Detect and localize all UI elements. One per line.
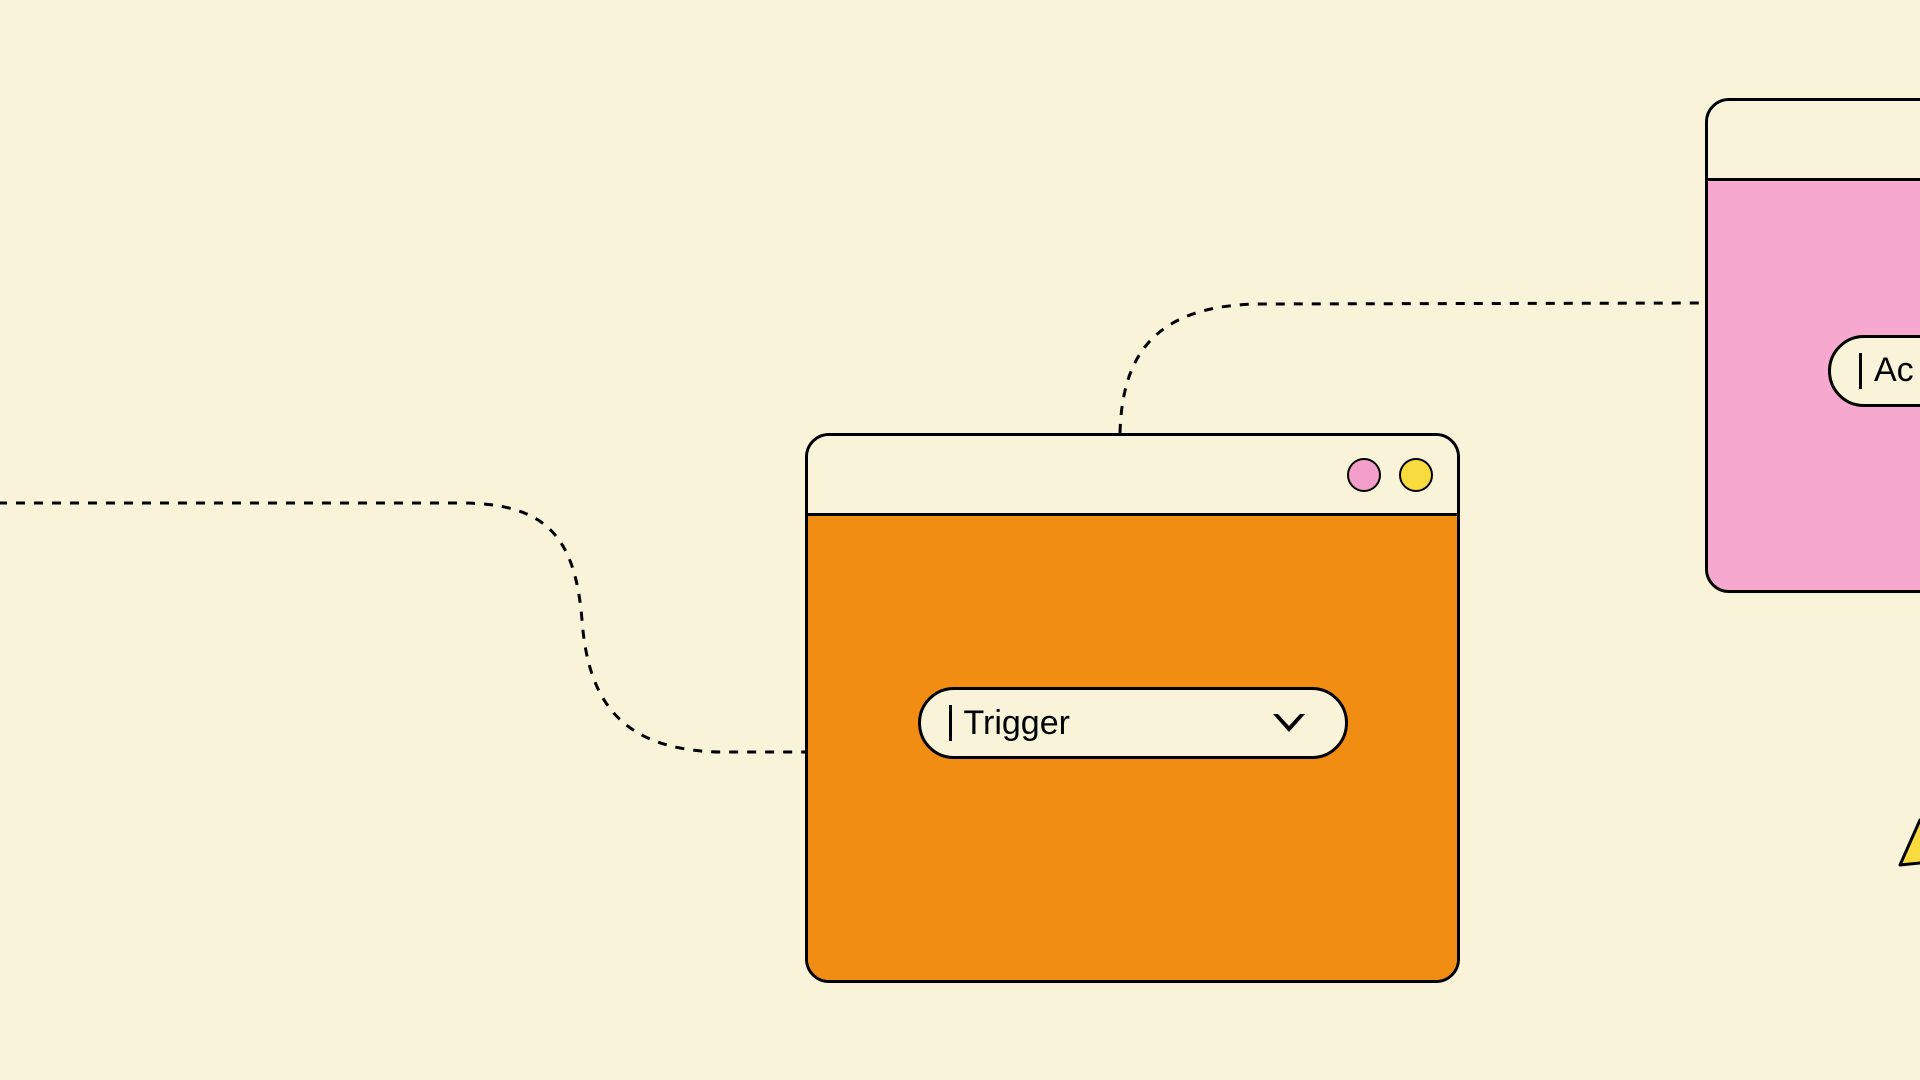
trigger-window[interactable]: Trigger: [805, 433, 1460, 983]
chevron-down-icon: [1273, 714, 1305, 732]
text-cursor-icon: [949, 705, 952, 741]
action-window[interactable]: Ac: [1705, 98, 1920, 593]
trigger-dropdown-label: Trigger: [964, 704, 1261, 743]
window-titlebar: [808, 436, 1457, 516]
trigger-dropdown[interactable]: Trigger: [918, 687, 1348, 759]
connector-left: [0, 503, 805, 752]
window-control-pink[interactable]: [1347, 458, 1381, 492]
yellow-accent-shape: [1890, 810, 1920, 910]
window-titlebar: [1708, 101, 1920, 181]
connector-right: [1120, 303, 1705, 433]
window-control-yellow[interactable]: [1399, 458, 1433, 492]
action-window-body: Ac: [1708, 181, 1920, 590]
diagram-canvas: Trigger Ac: [0, 0, 1920, 1080]
window-controls: [1347, 458, 1433, 492]
action-dropdown[interactable]: Ac: [1828, 335, 1920, 407]
action-dropdown-label: Ac: [1874, 351, 1920, 390]
text-cursor-icon: [1859, 353, 1862, 389]
trigger-window-body: Trigger: [808, 516, 1457, 980]
